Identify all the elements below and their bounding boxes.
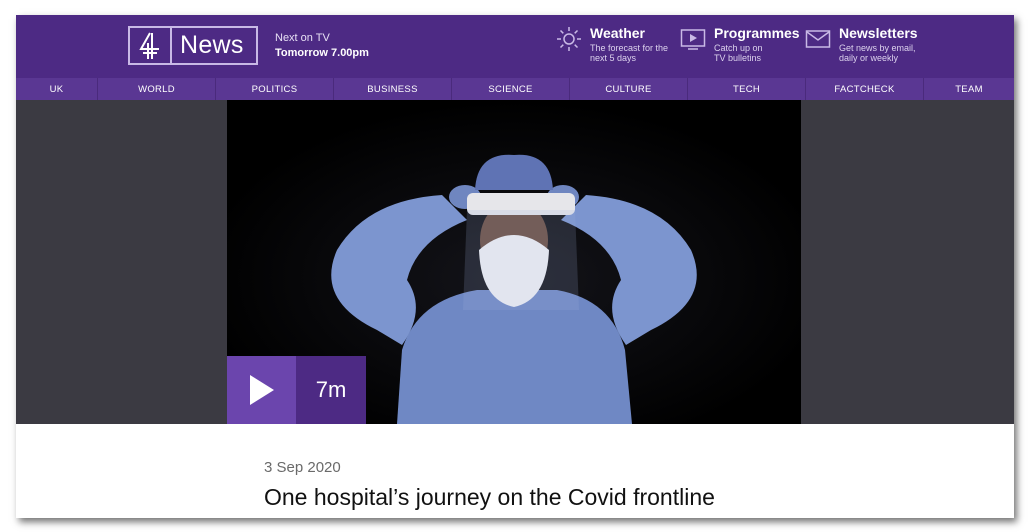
programmes-link[interactable]: Programmes Catch up on TV bulletins [680,25,800,63]
play-icon [249,375,274,405]
nav-item-world[interactable]: WORLD [98,78,216,100]
newsletters-sub-2: daily or weekly [839,53,899,63]
play-screen-icon [680,26,708,54]
next-on-tv[interactable]: Next on TV Tomorrow 7.00pm [275,31,369,61]
programmes-title: Programmes [714,25,800,41]
next-on-tv-time: Tomorrow 7.00pm [275,47,369,59]
nav-item-team[interactable]: TEAM [924,78,1014,100]
programmes-sub-2: TV bulletins [714,53,762,63]
weather-sub-2: next 5 days [590,53,637,63]
channel4-logo-icon [130,28,170,63]
play-button[interactable] [227,356,296,424]
weather-link[interactable]: Weather The forecast for the next 5 days [556,25,668,63]
section-nav: UK WORLD POLITICS BUSINESS SCIENCE CULTU… [16,78,1014,100]
nav-item-politics[interactable]: POLITICS [216,78,334,100]
weather-sub-1: The forecast for the [590,43,669,53]
sun-icon [556,26,584,54]
logo-text: News [180,31,244,59]
nav-item-factcheck[interactable]: FACTCHECK [806,78,924,100]
nav-item-business[interactable]: BUSINESS [334,78,452,100]
nav-item-tech[interactable]: TECH [688,78,806,100]
article-caption: 3 Sep 2020 One hospital’s journey on the… [16,424,1014,518]
envelope-icon [805,26,833,54]
next-on-tv-label: Next on TV [275,32,330,44]
site-header: News Next on TV Tomorrow 7.00pm Weather … [16,15,1014,78]
channel4-news-logo[interactable]: News [128,26,258,65]
nav-item-culture[interactable]: CULTURE [570,78,688,100]
video-duration: 7m [296,356,366,424]
newsletters-title: Newsletters [839,25,918,41]
newsletters-link[interactable]: Newsletters Get news by email, daily or … [805,25,918,63]
article-headline[interactable]: One hospital’s journey on the Covid fron… [264,484,715,511]
page-frame: News Next on TV Tomorrow 7.00pm Weather … [16,15,1014,518]
article-date: 3 Sep 2020 [264,459,341,476]
video-area: 7m [16,100,1014,424]
nav-item-science[interactable]: SCIENCE [452,78,570,100]
nav-item-uk[interactable]: UK [16,78,98,100]
video-player[interactable]: 7m [227,100,801,424]
newsletters-sub-1: Get news by email, [839,43,916,53]
programmes-sub-1: Catch up on [714,43,763,53]
weather-title: Weather [590,25,645,41]
